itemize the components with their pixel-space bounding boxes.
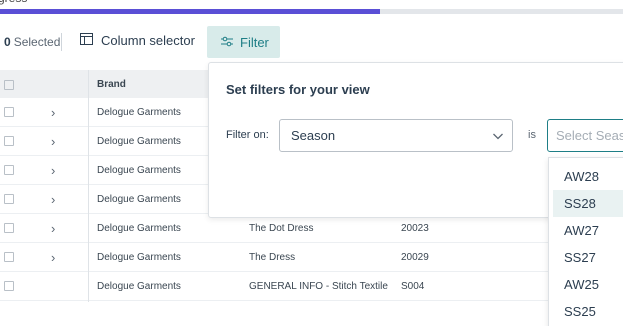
select-all-checkbox[interactable]	[4, 80, 14, 90]
filter-field-value: Season	[291, 128, 336, 143]
column-selector-label: Column selector	[101, 33, 195, 48]
expand-chevron-icon[interactable]: ›	[51, 105, 55, 120]
cell-brand: Delogue Garments	[97, 165, 181, 176]
expand-chevron-icon[interactable]: ›	[51, 250, 55, 265]
filter-on-label: Filter on:	[226, 129, 269, 141]
expand-chevron-icon[interactable]: ›	[51, 192, 55, 207]
toolbar: 0 Selected Column selector Filter	[0, 26, 623, 58]
selected-count: 0 Selected	[4, 35, 60, 49]
column-selector-button[interactable]: Column selector	[80, 33, 195, 48]
season-option[interactable]: SS27	[549, 244, 623, 271]
table-row[interactable]: › Delogue Garments The Dot Dress 20023	[0, 214, 623, 243]
expand-chevron-icon[interactable]: ›	[51, 163, 55, 178]
cell-brand: Delogue Garments	[97, 281, 181, 292]
row-checkbox[interactable]	[4, 194, 14, 204]
filter-field-select[interactable]: Season	[279, 119, 513, 152]
row-checkbox[interactable]	[4, 281, 14, 291]
row-checkbox[interactable]	[4, 136, 14, 146]
cell-code: S004	[401, 281, 425, 292]
table-row[interactable]: Delogue Garments GENERAL INFO - Stitch Te…	[0, 272, 623, 301]
cell-code: 20023	[401, 223, 429, 234]
season-option[interactable]: SS28	[553, 190, 623, 217]
selected-count-number: 0	[4, 35, 11, 49]
cell-brand: Delogue Garments	[97, 194, 181, 205]
season-option[interactable]: AW25	[549, 271, 623, 298]
row-checkbox[interactable]	[4, 107, 14, 117]
expand-chevron-icon[interactable]: ›	[51, 134, 55, 149]
progress-bar	[0, 9, 623, 14]
cell-name: The Dress	[249, 252, 296, 263]
cell-brand: Delogue Garments	[97, 107, 181, 118]
filter-value-field[interactable]	[547, 119, 623, 152]
row-checkbox[interactable]	[4, 223, 14, 233]
season-option[interactable]: AW28	[549, 163, 623, 190]
cell-brand: Delogue Garments	[97, 252, 181, 263]
table-row[interactable]: › Delogue Garments The Dress 20029	[0, 243, 623, 272]
progress-fill	[0, 9, 381, 14]
chevron-down-icon	[492, 129, 504, 147]
filter-operator-label: is	[528, 129, 536, 141]
cell-name: The Dot Dress	[249, 223, 314, 234]
filter-button[interactable]: Filter	[207, 26, 280, 58]
expand-chevron-icon[interactable]: ›	[51, 221, 55, 236]
row-checkbox[interactable]	[4, 165, 14, 175]
filter-sliders-icon	[221, 35, 233, 50]
column-header-brand[interactable]: Brand	[97, 79, 126, 90]
row-checkbox[interactable]	[4, 252, 14, 262]
cell-code: 20029	[401, 252, 429, 263]
columns-icon	[80, 33, 93, 48]
toolbar-divider	[61, 33, 62, 51]
cell-name: GENERAL INFO - Stitch Textile	[249, 281, 388, 292]
season-dropdown: AW28 SS28 AW27 SS27 AW25 SS25	[548, 157, 623, 326]
selected-count-label: Selected	[13, 35, 61, 49]
season-option[interactable]: AW27	[549, 217, 623, 244]
cell-brand: Delogue Garments	[97, 136, 181, 147]
progress-label: gress	[0, 0, 27, 5]
season-option[interactable]: SS25	[549, 298, 623, 325]
column-divider	[88, 70, 89, 302]
season-value-input[interactable]	[548, 120, 623, 151]
filter-panel-title: Set filters for your view	[226, 82, 370, 97]
cell-brand: Delogue Garments	[97, 223, 181, 234]
filter-button-label: Filter	[240, 34, 269, 50]
